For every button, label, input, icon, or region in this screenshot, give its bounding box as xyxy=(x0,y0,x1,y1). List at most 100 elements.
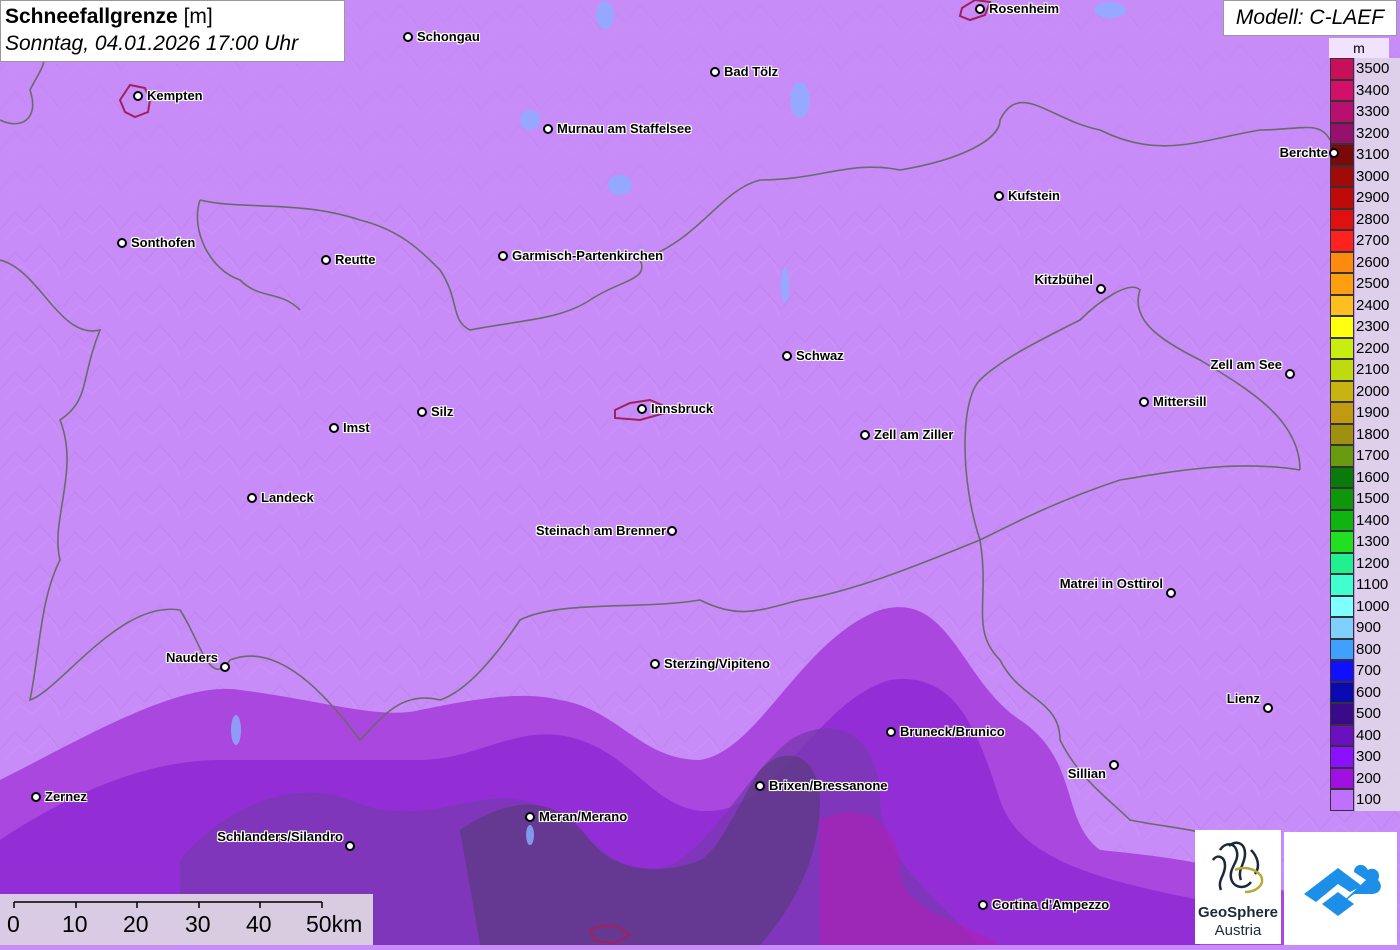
legend-entry: 1700 xyxy=(1329,445,1400,467)
legend-entry: 3300 xyxy=(1329,101,1400,123)
city-marker xyxy=(650,659,660,669)
legend-swatch xyxy=(1330,294,1354,316)
legend-label: 2800 xyxy=(1355,208,1400,230)
city-label: Bad Tölz xyxy=(724,64,779,79)
legend-swatch xyxy=(1330,359,1354,381)
city-marker xyxy=(247,493,257,503)
geosphere-logo[interactable]: GeoSphere Austria xyxy=(1195,830,1281,944)
city-label: Schwaz xyxy=(796,348,844,363)
legend-label: 1700 xyxy=(1355,445,1400,467)
legend-swatch xyxy=(1330,273,1354,295)
city-label: Garmisch-Partenkirchen xyxy=(512,248,664,263)
title-unit: [m] xyxy=(183,5,213,28)
model-label: Modell: C-LAEF xyxy=(1223,0,1397,36)
map-datetime: Sonntag, 04.01.2026 17:00 Uhr xyxy=(5,32,299,55)
legend-swatch xyxy=(1330,638,1354,660)
geosphere-name: GeoSphere xyxy=(1197,904,1279,921)
legend-swatch xyxy=(1330,681,1354,703)
legend-swatch xyxy=(1330,251,1354,273)
legend-label: 400 xyxy=(1355,724,1400,746)
legend-swatch xyxy=(1330,402,1354,424)
city-marker xyxy=(978,900,988,910)
legend-label: 1400 xyxy=(1355,509,1400,531)
legend-label: 2200 xyxy=(1355,337,1400,359)
city-marker xyxy=(220,662,230,672)
legend-entry: 2100 xyxy=(1329,359,1400,381)
city-marker xyxy=(1096,284,1106,294)
city-marker xyxy=(1166,588,1176,598)
legend-label: 700 xyxy=(1355,660,1400,682)
legend-entry: 200 xyxy=(1329,767,1400,789)
cloud-arrow-icon xyxy=(1304,864,1381,916)
legend-entry: 2900 xyxy=(1329,187,1400,209)
city-label: Silz xyxy=(431,404,454,419)
city-label: Zell am Ziller xyxy=(874,427,954,442)
legend-entry: 900 xyxy=(1329,617,1400,639)
legend-entry: 3200 xyxy=(1329,122,1400,144)
city-marker xyxy=(860,430,870,440)
legend-label: 2000 xyxy=(1355,380,1400,402)
scale-tick-label: 20 xyxy=(123,911,149,937)
legend-entry: 300 xyxy=(1329,746,1400,768)
legend-swatch xyxy=(1330,767,1354,789)
legend-entry: 3000 xyxy=(1329,165,1400,187)
legend-swatch xyxy=(1330,552,1354,574)
color-legend: m 3500 3400 3300 3200 3100 3000 2900 2800 2700 26… xyxy=(1329,38,1400,814)
legend-entry: 700 xyxy=(1329,660,1400,682)
city-label: Nauders xyxy=(165,650,218,665)
city-label: Murnau am Staffelsee xyxy=(557,121,692,136)
legend-swatch xyxy=(1330,337,1354,359)
city-label: Rosenheim xyxy=(989,1,1060,16)
legend-entry: 1200 xyxy=(1329,552,1400,574)
legend-label: 2500 xyxy=(1355,273,1400,295)
legend-swatch xyxy=(1330,445,1354,467)
city-label: Schlanders/Silandro xyxy=(217,829,343,844)
legend-swatch xyxy=(1330,101,1354,123)
legend-entry: 2200 xyxy=(1329,337,1400,359)
legend-swatch xyxy=(1330,531,1354,553)
legend-entry: 2700 xyxy=(1329,230,1400,252)
legend-label: 1100 xyxy=(1355,574,1400,596)
city-marker xyxy=(543,124,553,134)
legend-label: 1000 xyxy=(1355,595,1400,617)
legend-swatch xyxy=(1330,595,1354,617)
legend-swatch xyxy=(1330,746,1354,768)
legend-swatch xyxy=(1330,380,1354,402)
city-marker xyxy=(637,404,647,414)
legend-swatch xyxy=(1330,509,1354,531)
snowfall-line-map xyxy=(0,0,1400,945)
legend-entry: 2800 xyxy=(1329,208,1400,230)
legend-entry: 3100 xyxy=(1329,144,1400,166)
legend-label: 200 xyxy=(1355,767,1400,789)
legend-label: 1900 xyxy=(1355,402,1400,424)
legend-entry: 1300 xyxy=(1329,531,1400,553)
city-label: Steinach am Brenner xyxy=(535,523,666,538)
scale-tick-label: 0 xyxy=(7,911,20,937)
city-label: Schongau xyxy=(417,29,480,44)
legend-swatch xyxy=(1330,79,1354,101)
legend-entry: 2000 xyxy=(1329,380,1400,402)
city-label: Brixen/Bressanone xyxy=(769,778,888,793)
geosphere-country: Austria xyxy=(1214,922,1262,939)
legend-swatch xyxy=(1330,187,1354,209)
weather-app-logo[interactable] xyxy=(1284,832,1397,945)
city-marker xyxy=(975,4,985,14)
city-marker xyxy=(329,423,339,433)
legend-label: 800 xyxy=(1355,638,1400,660)
city-label: Sillian xyxy=(1067,766,1106,781)
legend-entry: 3500 xyxy=(1329,58,1400,80)
city-marker xyxy=(525,812,535,822)
city-marker xyxy=(321,255,331,265)
city-label: Bruneck/Brunico xyxy=(900,724,1005,739)
legend-swatch xyxy=(1330,703,1354,725)
legend-label: 3300 xyxy=(1355,101,1400,123)
legend-swatch xyxy=(1330,165,1354,187)
city-marker xyxy=(1139,397,1149,407)
city-marker xyxy=(710,67,720,77)
city-marker xyxy=(133,91,143,101)
legend-label: 300 xyxy=(1355,746,1400,768)
city-label: Berchte xyxy=(1279,145,1328,160)
geosphere-emblem-icon xyxy=(1211,841,1264,894)
legend-label: 2700 xyxy=(1355,230,1400,252)
city-label: Lienz xyxy=(1226,691,1260,706)
